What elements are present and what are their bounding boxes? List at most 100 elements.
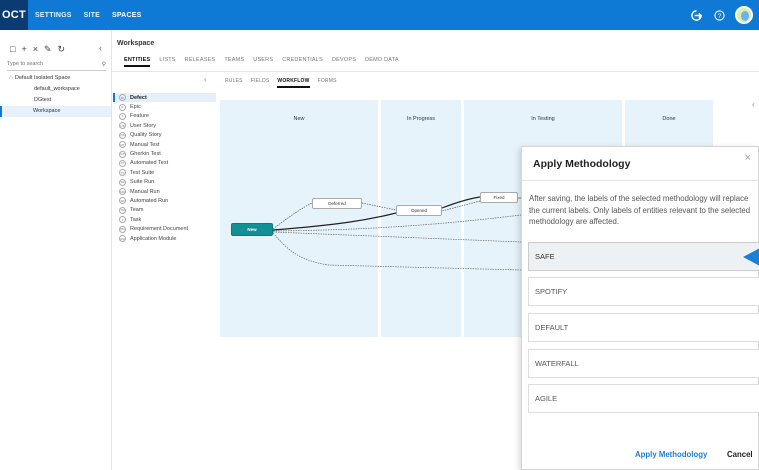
- tab-lists[interactable]: LISTS: [159, 57, 175, 67]
- option-label: SPOTIFY: [535, 287, 568, 296]
- cancel-button[interactable]: Cancel: [727, 450, 753, 459]
- close-icon[interactable]: ×: [745, 152, 751, 164]
- workspace-tabs: ENTITIES LISTS RELEASES TEAMS USERS CRED…: [124, 57, 399, 67]
- help-icon[interactable]: ?: [712, 8, 727, 23]
- entity-item-defect[interactable]: D Defect: [113, 93, 216, 103]
- entity-label: Team: [130, 207, 144, 214]
- tab-entities[interactable]: ENTITIES: [124, 57, 151, 67]
- user-avatar[interactable]: [735, 6, 753, 24]
- search-placeholder: Type to search: [7, 61, 44, 67]
- entity-item-automated-run[interactable]: AR Automated Run: [113, 196, 216, 205]
- folder-icon[interactable]: □: [10, 44, 15, 55]
- user-story-icon: US: [119, 122, 126, 130]
- entity-item-automated-test[interactable]: AT Automated Test: [113, 159, 216, 168]
- entity-label: Automated Test: [130, 160, 169, 167]
- entity-item-manual-test[interactable]: MT Manual Test: [113, 140, 216, 149]
- search-icon: ⚲: [101, 62, 106, 68]
- workflow-node-fixed[interactable]: Fixed: [480, 192, 518, 203]
- tree-item-default-isolated-space[interactable]: ∴ Default Isolated Space: [0, 73, 111, 84]
- automated-run-icon: AR: [119, 197, 126, 205]
- suite-run-icon: SR: [119, 178, 126, 186]
- entity-item-epic[interactable]: E Epic: [113, 102, 216, 111]
- nav-site[interactable]: SITE: [84, 12, 100, 19]
- option-label: WATERFALL: [535, 359, 579, 368]
- tab-releases[interactable]: RELEASES: [185, 57, 216, 67]
- entity-label: Manual Test: [130, 141, 160, 148]
- space-search-input[interactable]: Type to search ⚲: [7, 61, 106, 71]
- entity-item-suite-run[interactable]: SR Suite Run: [113, 178, 216, 187]
- tab-forms[interactable]: FORMS: [318, 78, 337, 88]
- entity-label: Gherkin Test: [130, 151, 161, 158]
- edit-icon[interactable]: ✎: [44, 44, 52, 55]
- entity-item-feature[interactable]: F Feature: [113, 112, 216, 121]
- defect-icon: D: [119, 94, 126, 102]
- workflow-node-deferred[interactable]: Deferred: [312, 198, 362, 209]
- space-tree: ∴ Default Isolated Space default_workspac…: [0, 73, 111, 117]
- collapse-panel-icon[interactable]: ‹: [99, 43, 102, 53]
- tab-rules[interactable]: RULES: [225, 78, 243, 88]
- apply-methodology-button[interactable]: Apply Methodology: [635, 450, 707, 459]
- entity-label: Quality Story: [130, 132, 162, 139]
- team-icon: TM: [119, 206, 126, 214]
- entity-item-team[interactable]: TM Team: [113, 206, 216, 215]
- entity-item-test-suite[interactable]: TS Test Suite: [113, 168, 216, 177]
- entity-item-application-module[interactable]: AM Application Module: [113, 234, 216, 243]
- collapse-entities-icon[interactable]: ‹: [204, 75, 207, 84]
- option-label: SAFE: [535, 252, 555, 261]
- add-icon[interactable]: +: [21, 44, 26, 55]
- requirement-document-icon: RD: [119, 225, 126, 233]
- exit-icon[interactable]: [689, 8, 704, 23]
- tab-devops[interactable]: DEVOPS: [332, 57, 356, 67]
- methodology-option-agile[interactable]: AGILE: [528, 384, 759, 413]
- tab-teams[interactable]: TEAMS: [224, 57, 244, 67]
- task-icon: T: [119, 216, 126, 224]
- methodology-option-waterfall[interactable]: WATERFALL: [528, 349, 759, 378]
- automated-test-icon: AT: [119, 159, 126, 167]
- entity-list: D Defect E Epic F Feature US User Story QS Qu…: [113, 93, 216, 243]
- tree-item-default-workspace[interactable]: default_workspace: [0, 84, 111, 95]
- spaces-panel: □ + × ✎ ↻ ‹ Type to search ⚲ ∴ Default Is…: [0, 30, 112, 470]
- workflow-node-new[interactable]: New: [231, 223, 273, 236]
- tab-workflow[interactable]: WORKFLOW: [277, 78, 310, 88]
- refresh-icon[interactable]: ↻: [58, 44, 66, 55]
- tree-item-workspace[interactable]: Workspace: [0, 106, 111, 117]
- tree-item-dgtest[interactable]: DGtest: [0, 95, 111, 106]
- entity-item-requirement-document[interactable]: RD Requirement Document: [113, 224, 216, 233]
- apply-methodology-dialog: Apply Methodology × After saving, the la…: [521, 146, 759, 470]
- entity-item-quality-story[interactable]: QS Quality Story: [113, 131, 216, 140]
- entity-item-user-story[interactable]: US User Story: [113, 121, 216, 130]
- brand-logo[interactable]: OCT: [0, 0, 28, 30]
- top-bar: OCT SETTINGS SITE SPACES ?: [0, 0, 759, 30]
- page-title: Workspace: [117, 40, 155, 47]
- methodology-option-safe[interactable]: SAFE: [528, 242, 759, 271]
- entity-label: Manual Run: [130, 188, 160, 195]
- nav-settings[interactable]: SETTINGS: [35, 12, 72, 19]
- application-module-icon: AM: [119, 235, 126, 243]
- entity-item-manual-run[interactable]: MR Manual Run: [113, 187, 216, 196]
- tree-item-label: Workspace: [33, 108, 61, 114]
- entity-label: Application Module: [130, 235, 177, 242]
- methodology-option-spotify[interactable]: SPOTIFY: [528, 277, 759, 306]
- methodology-option-default[interactable]: DEFAULT: [528, 313, 759, 342]
- entity-tabs: RULES FIELDS WORKFLOW FORMS: [225, 78, 337, 88]
- nav-spaces[interactable]: SPACES: [112, 12, 141, 19]
- tab-users[interactable]: USERS: [253, 57, 273, 67]
- epic-icon: E: [119, 103, 126, 111]
- entity-item-task[interactable]: T Task: [113, 215, 216, 224]
- canvas-collapse-icon[interactable]: ‹: [752, 100, 755, 109]
- delete-icon[interactable]: ×: [33, 44, 38, 55]
- spaces-toolbar: □ + × ✎ ↻: [10, 44, 65, 55]
- top-nav: SETTINGS SITE SPACES: [35, 12, 141, 19]
- workflow-node-opened[interactable]: Opened: [396, 205, 442, 216]
- tab-demo-data[interactable]: DEMO DATA: [365, 57, 399, 67]
- selected-arrow-icon: [743, 248, 759, 266]
- option-label: DEFAULT: [535, 323, 569, 332]
- feature-icon: F: [119, 112, 126, 120]
- tab-credentials[interactable]: CREDENTIALS: [282, 57, 323, 67]
- entity-item-gherkin-test[interactable]: GT Gherkin Test: [113, 149, 216, 158]
- manual-run-icon: MR: [119, 188, 126, 196]
- entity-label: Defect: [130, 94, 147, 101]
- svg-text:?: ?: [718, 12, 722, 19]
- entity-label: Task: [130, 216, 142, 223]
- tab-fields[interactable]: FIELDS: [251, 78, 270, 88]
